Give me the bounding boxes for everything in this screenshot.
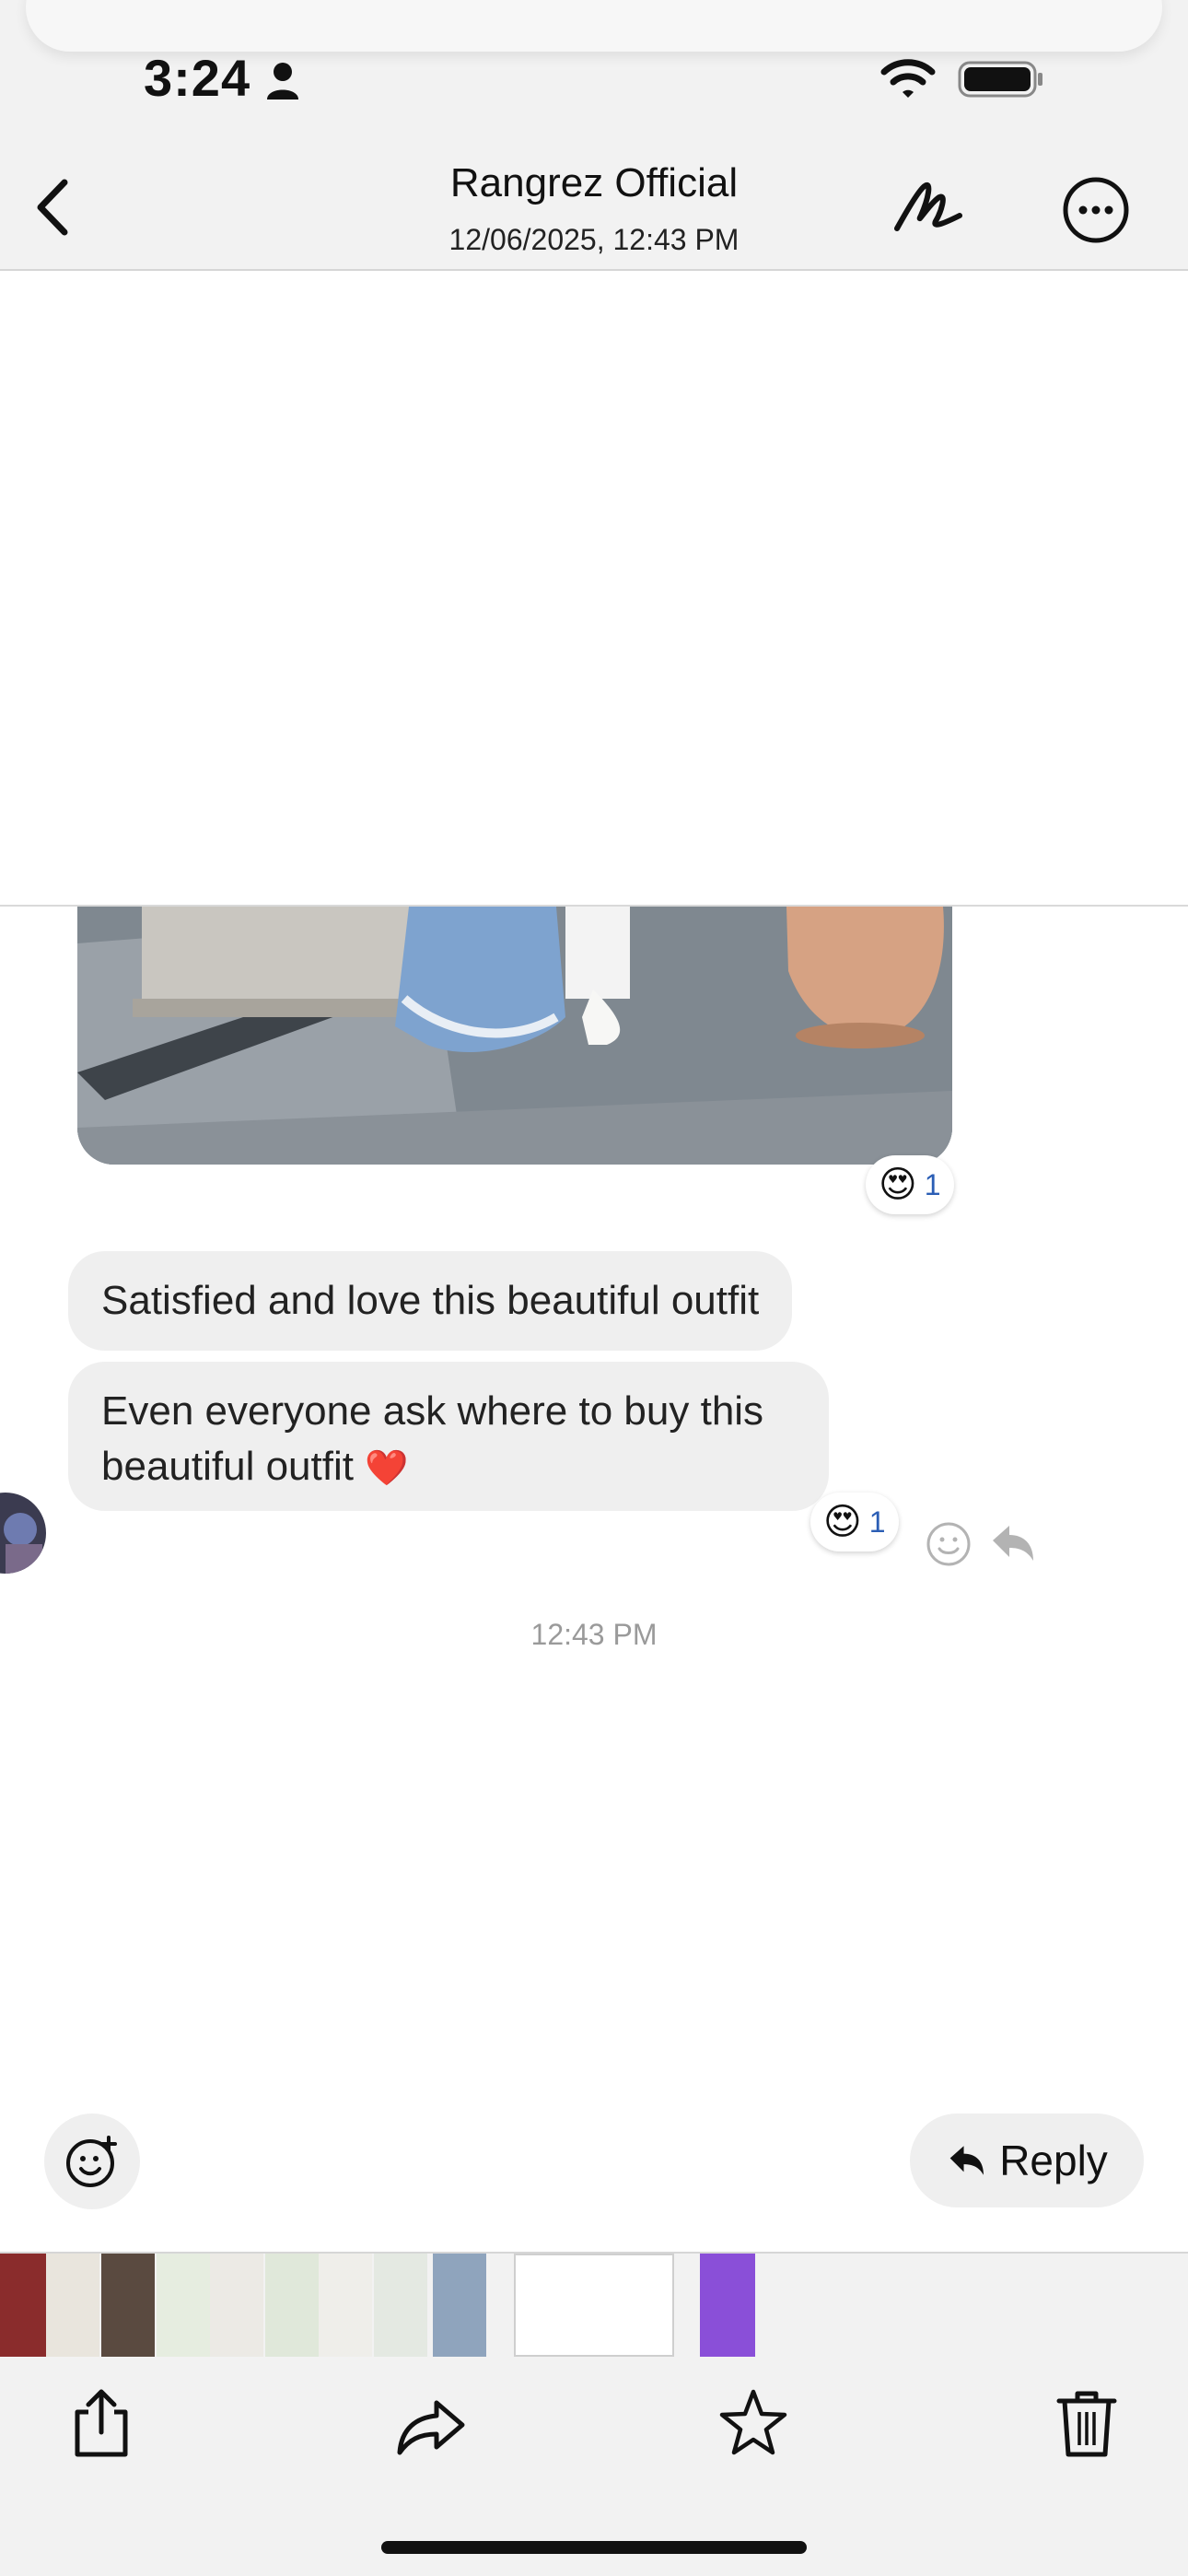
reaction-emoji: 😍 — [823, 1502, 862, 1542]
thumbnail[interactable] — [0, 2254, 46, 2357]
thumbnail[interactable] — [46, 2254, 99, 2357]
thumbnail[interactable] — [101, 2254, 155, 2357]
avatar[interactable] — [0, 1493, 46, 1574]
conversation-date: 12/06/2025, 12:43 PM — [448, 223, 740, 256]
thumbnail[interactable] — [319, 2254, 372, 2357]
thumbnail[interactable] — [700, 2254, 755, 2357]
thumbnail[interactable] — [265, 2254, 319, 2357]
reaction-count: 1 — [868, 1505, 886, 1539]
thumbnail-strip[interactable] — [0, 2252, 1188, 2360]
avatar-image — [0, 1493, 46, 1574]
emoji-reaction-button[interactable] — [44, 2113, 140, 2209]
wifi-icon — [880, 59, 936, 98]
battery-icon — [958, 61, 1042, 98]
message-timestamp: 12:43 PM — [530, 1618, 658, 1651]
forward-icon[interactable] — [394, 2386, 468, 2460]
star-icon[interactable] — [718, 2386, 788, 2460]
reaction-count: 1 — [924, 1167, 941, 1201]
home-indicator — [381, 2541, 807, 2554]
add-reaction-icon[interactable] — [925, 1520, 973, 1568]
smiley-plus-icon — [66, 2136, 117, 2187]
thumbnail[interactable] — [433, 2254, 486, 2357]
photo-image — [77, 907, 952, 1165]
person-icon — [267, 63, 298, 100]
message-bubble[interactable]: Satisfied and love this beautiful outfit — [68, 1251, 793, 1351]
shared-photo[interactable] — [77, 907, 952, 1165]
reply-arrow-icon[interactable] — [989, 1522, 1035, 1564]
trash-icon[interactable] — [1052, 2386, 1122, 2460]
thumbnail[interactable] — [374, 2254, 427, 2357]
thumbnail-selected[interactable] — [514, 2254, 674, 2357]
photo-reaction[interactable]: 😍 1 — [866, 1155, 954, 1214]
thumbnail[interactable] — [210, 2254, 263, 2357]
heart-emoji: ❤️ — [365, 1449, 409, 1488]
reply-button[interactable]: Reply — [910, 2113, 1144, 2207]
message-bubble[interactable]: Even everyone ask where to buy this beau… — [68, 1362, 829, 1511]
top-bar: 3:24 Rangrez Official 12/06/2025, 12:43 … — [0, 0, 1188, 271]
message-text: Satisfied and love this beautiful outfit — [101, 1278, 760, 1323]
reply-icon — [949, 2146, 984, 2175]
reply-label: Reply — [999, 2137, 1108, 2184]
conversation-title: Rangrez Official — [449, 160, 739, 205]
message-reaction[interactable]: 😍 1 — [810, 1493, 899, 1551]
share-icon[interactable] — [66, 2386, 136, 2460]
status-time: 3:24 — [144, 49, 251, 107]
thumbnail[interactable] — [157, 2254, 210, 2357]
notification-pill[interactable] — [26, 0, 1162, 52]
markup-icon[interactable] — [893, 175, 965, 241]
reaction-emoji: 😍 — [879, 1165, 917, 1205]
message-text: Even everyone ask where to buy this — [101, 1388, 764, 1434]
message-text: beautiful outfit — [101, 1444, 354, 1489]
more-options-icon[interactable] — [1061, 175, 1131, 245]
